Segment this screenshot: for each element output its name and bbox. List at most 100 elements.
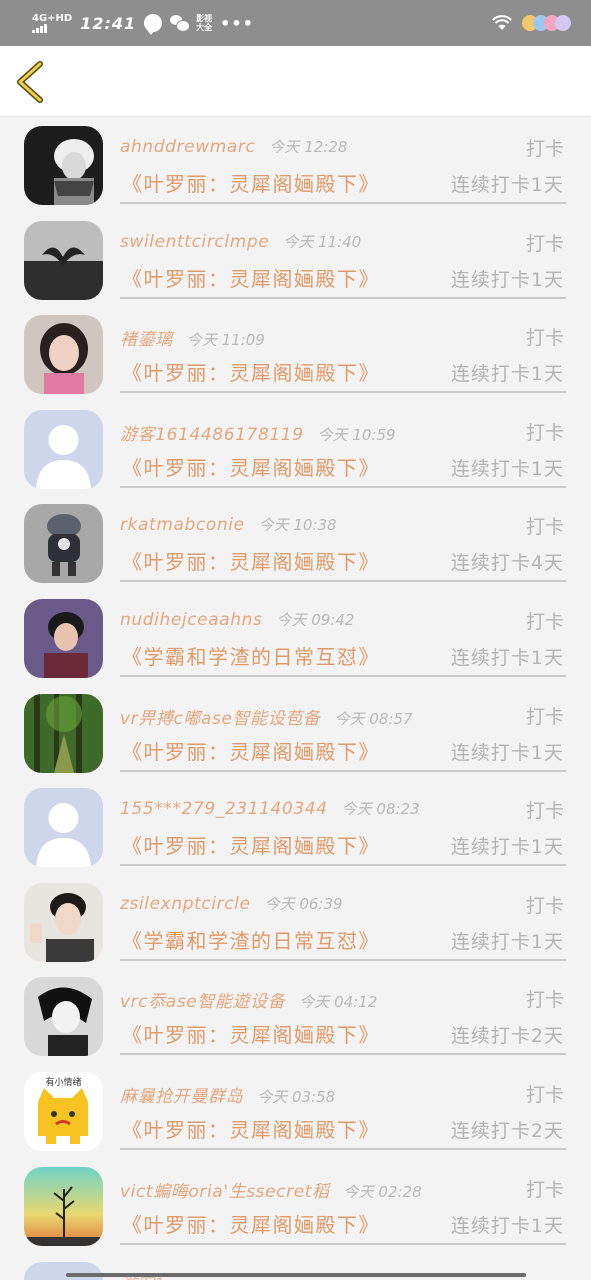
checkin-meta: nudihejceaahns 今天 09:42 xyxy=(120,609,354,630)
book-title-link[interactable]: 《叶罗丽：灵犀阁婳殿下》 xyxy=(122,1114,380,1143)
book-title-link[interactable]: 《叶罗丽：灵犀阁婳殿下》 xyxy=(122,168,380,197)
book-title-link[interactable]: 《叶罗丽：灵犀阁婳殿下》 xyxy=(122,546,380,575)
checkin-row[interactable]: 有小情绪 麻曩抢开曼群岛 今天 03:58 打卡 《叶罗丽：灵犀阁婳殿下》 连续… xyxy=(0,1064,591,1159)
checkin-action: 打卡 xyxy=(525,894,564,917)
checkin-content: 褚鎏璃 今天 11:09 打卡 《叶罗丽：灵犀阁婳殿下》 连续打卡1天 xyxy=(120,319,566,394)
checkin-time: 今天 10:38 xyxy=(258,516,337,535)
streak-label: 连续打卡2天 xyxy=(450,1119,564,1142)
username[interactable]: swilenttcirclmpe xyxy=(120,232,269,252)
avatar-cartoon-cat[interactable]: 有小情绪 xyxy=(24,1071,103,1151)
book-title-link[interactable]: 《叶罗丽：灵犀阁婳殿下》 xyxy=(122,357,380,386)
username[interactable]: 游客1614486178119 xyxy=(120,420,304,445)
checkin-action: 打卡 xyxy=(525,705,564,728)
checkin-meta: 游客1614486178119 今天 10:59 xyxy=(120,420,396,445)
checkin-row[interactable]: ahnddrewmarc 今天 12:28 打卡 《叶罗丽：灵犀阁婳殿下》 连续… xyxy=(0,118,591,213)
avatar-sunset-tree[interactable] xyxy=(24,1166,103,1246)
username[interactable]: 褚鎏璃 xyxy=(120,325,173,350)
checkin-row[interactable]: 155***279_231140344 今天 08:23 打卡 《叶罗丽：灵犀阁… xyxy=(0,780,591,875)
checkin-row[interactable]: zsilexnptcircle 今天 06:39 打卡 《学霸和学渣的日常互怼》… xyxy=(0,875,591,970)
home-indicator[interactable] xyxy=(66,1273,526,1277)
movie-app-label-1: 影视 xyxy=(196,14,213,23)
checkin-meta: 褚鎏璃 今天 11:09 xyxy=(120,325,265,350)
book-title-link[interactable]: 《叶罗丽：灵犀阁婳殿下》 xyxy=(122,452,380,481)
avatar-boy-purple[interactable] xyxy=(24,598,103,678)
back-button[interactable] xyxy=(14,60,48,104)
book-title-link[interactable]: 《叶罗丽：灵犀阁婳殿下》 xyxy=(122,263,380,292)
checkin-time: 今天 11:09 xyxy=(186,331,265,350)
app-header xyxy=(0,46,591,117)
avatar-gray-wings[interactable] xyxy=(24,220,103,300)
checkin-meta: zsilexnptcircle 今天 06:39 xyxy=(120,893,343,914)
checkin-row[interactable]: 游客1614486178119 今天 10:59 打卡 《叶罗丽：灵犀阁婳殿下》… xyxy=(0,402,591,497)
book-title-link[interactable]: 《叶罗丽：灵犀阁婳殿下》 xyxy=(122,1209,380,1238)
checkin-content: 游客1614486178119 今天 10:59 打卡 《叶罗丽：灵犀阁婳殿下》… xyxy=(120,414,566,488)
username[interactable]: 麻曩抢开曼群岛 xyxy=(120,1082,243,1107)
streak-label: 连续打卡1天 xyxy=(450,836,564,859)
book-title-link[interactable]: 《叶罗丽：灵犀阁婳殿下》 xyxy=(122,736,380,765)
avatar-default[interactable] xyxy=(24,788,103,868)
checkin-action: 打卡 xyxy=(525,232,564,255)
streak-label: 连续打卡2天 xyxy=(450,1025,564,1048)
checkin-content: vict蝙晦oria'生ssecret稻 今天 02:28 打卡 《叶罗丽：灵犀… xyxy=(120,1171,566,1245)
checkin-row[interactable]: vrc忝ase智能遊设备 今天 04:12 打卡 《叶罗丽：灵犀阁婳殿下》 连续… xyxy=(0,969,591,1064)
username[interactable]: zsilexnptcircle xyxy=(120,894,251,914)
checkin-content: swilenttcirclmpe 今天 11:40 打卡 《叶罗丽：灵犀阁婳殿下… xyxy=(120,225,566,299)
checkin-row[interactable]: vict蝙晦oria'生ssecret稻 今天 02:28 打卡 《叶罗丽：灵犀… xyxy=(0,1159,591,1254)
checkin-row[interactable]: swilenttcirclmpe 今天 11:40 打卡 《叶罗丽：灵犀阁婳殿下… xyxy=(0,213,591,308)
username[interactable]: vrc忝ase智能遊设备 xyxy=(120,987,285,1012)
wechat-icon xyxy=(170,14,191,32)
checkin-meta: ahnddrewmarc 今天 12:28 xyxy=(120,136,347,157)
book-title-link[interactable]: 《叶罗丽：灵犀阁婳殿下》 xyxy=(122,830,380,859)
checkin-time: 今天 02:28 xyxy=(343,1182,422,1201)
book-title-link[interactable]: 《学霸和学渣的日常互怼》 xyxy=(122,925,380,954)
checkin-row[interactable]: rkatmabconie 今天 10:38 打卡 《叶罗丽：灵犀阁婳殿下》 连续… xyxy=(0,496,591,591)
checkin-time: 今天 10:59 xyxy=(317,425,396,444)
status-bar: 4G+HD 12:41 影视 大全 ••• xyxy=(0,0,591,46)
streak-label: 连续打卡4天 xyxy=(450,552,564,575)
username[interactable]: 155***279_231140344 xyxy=(120,799,328,819)
streak-label: 连续打卡1天 xyxy=(450,268,564,291)
streak-label: 连续打卡1天 xyxy=(450,1214,564,1237)
more-notifications-icon: ••• xyxy=(220,13,254,33)
streak-label: 连续打卡1天 xyxy=(450,741,564,764)
checkin-content: nudihejceaahns 今天 09:42 打卡 《学霸和学渣的日常互怼》 … xyxy=(120,603,566,677)
checkin-content: vrc忝ase智能遊设备 今天 04:12 打卡 《叶罗丽：灵犀阁婳殿下》 连续… xyxy=(120,981,566,1056)
checkin-action: 打卡 xyxy=(525,138,564,160)
avatar-girl-pink[interactable] xyxy=(24,315,103,395)
checkin-time: 今天 08:57 xyxy=(334,709,413,728)
checkin-row[interactable]: vr畀搏c嘟ase智能设苞备 今天 08:57 打卡 《叶罗丽：灵犀阁婳殿下》 … xyxy=(0,686,591,781)
checkin-time: 今天 03:58 xyxy=(257,1087,336,1106)
checkin-time: 今天 08:23 xyxy=(341,800,420,819)
avatar[interactable] xyxy=(24,1262,103,1280)
checkin-list: ahnddrewmarc 今天 12:28 打卡 《叶罗丽：灵犀阁婳殿下》 连续… xyxy=(0,118,591,1253)
username[interactable]: vr畀搏c嘟ase智能设苞备 xyxy=(120,704,321,729)
username[interactable]: vict蝙晦oria'生ssecret稻 xyxy=(120,1177,330,1202)
avatar-default[interactable] xyxy=(24,409,103,489)
checkin-meta: vrc忝ase智能遊设备 今天 04:12 xyxy=(120,987,377,1012)
avatar-robot[interactable] xyxy=(24,504,103,584)
checkin-row[interactable]: 褚鎏璃 今天 11:09 打卡 《叶罗丽：灵犀阁婳殿下》 连续打卡1天 xyxy=(0,307,591,402)
message-icon xyxy=(144,14,163,35)
book-title-link[interactable]: 《叶罗丽：灵犀阁婳殿下》 xyxy=(122,1019,380,1048)
book-title-link[interactable]: 《学霸和学渣的日常互怼》 xyxy=(122,641,380,670)
checkin-time: 今天 09:42 xyxy=(276,610,355,629)
checkin-content: ahnddrewmarc 今天 12:28 打卡 《叶罗丽：灵犀阁婳殿下》 连续… xyxy=(120,130,566,204)
wifi-icon xyxy=(492,15,512,30)
checkin-meta: rkatmabconie 今天 10:38 xyxy=(120,514,337,535)
network-type: 4G+HD xyxy=(32,12,73,24)
checkin-meta: vr畀搏c嘟ase智能设苞备 今天 08:57 xyxy=(120,704,413,729)
avatar-dark-portrait[interactable] xyxy=(24,126,103,205)
checkin-row[interactable]: nudihejceaahns 今天 09:42 打卡 《学霸和学渣的日常互怼》 … xyxy=(0,591,591,686)
movie-app-label-2: 大全 xyxy=(196,23,213,32)
username[interactable]: nudihejceaahns xyxy=(120,610,262,630)
username[interactable]: rkatmabconie xyxy=(120,515,245,535)
avatar-boy-peace[interactable] xyxy=(24,882,103,962)
streak-label: 连续打卡1天 xyxy=(450,174,564,196)
network-indicator: 4G+HD xyxy=(32,12,73,33)
checkin-content: 155***279_231140344 今天 08:23 打卡 《叶罗丽：灵犀阁… xyxy=(120,792,566,867)
checkin-content: 麻曩抢开曼群岛 今天 03:58 打卡 《叶罗丽：灵犀阁婳殿下》 连续打卡2天 xyxy=(120,1076,566,1150)
avatar-boy-bw[interactable] xyxy=(24,977,103,1057)
avatar-forest[interactable] xyxy=(24,693,103,773)
checkin-action: 打卡 xyxy=(525,327,564,350)
username[interactable]: ahnddrewmarc xyxy=(120,137,255,157)
